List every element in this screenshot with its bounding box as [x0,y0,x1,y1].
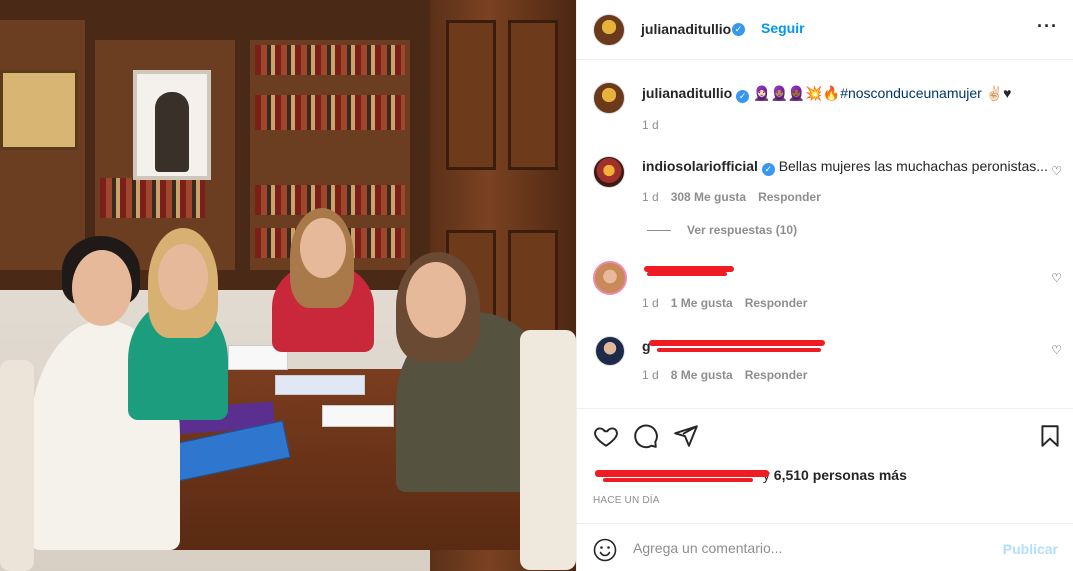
comment-like-icon[interactable]: ♡ [1051,164,1062,178]
comment-avatar[interactable] [593,156,625,188]
comments-list[interactable]: julianaditullio ✓ 🧕🏻🧕🏽🧕🏾💥🔥#nosconduceuna… [577,60,1073,408]
more-options-icon[interactable]: ··· [1037,16,1058,37]
save-bookmark-icon[interactable] [1037,423,1063,449]
emoji-icon[interactable] [593,538,617,562]
heart-icon[interactable] [593,423,619,449]
comment-icon[interactable] [633,423,659,449]
comment-meta: 1 d 1 Me gusta Responder [642,296,807,310]
post-photo[interactable] [0,0,576,571]
comment-username[interactable]: indiosolariofficial [642,158,758,174]
publish-button[interactable]: Publicar [1003,541,1058,557]
caption-username[interactable]: julianaditullio [642,85,732,101]
redaction-mark [595,470,769,477]
comment-time[interactable]: 1 d [642,190,659,204]
author-avatar[interactable] [593,14,625,46]
comment-likes[interactable]: 8 Me gusta [671,368,733,382]
reply-button[interactable]: Responder [745,368,808,382]
comment-like-icon[interactable]: ♡ [1051,271,1062,285]
comment-likes[interactable]: 308 Me gusta [671,190,746,204]
caption: julianaditullio ✓ 🧕🏻🧕🏽🧕🏾💥🔥#nosconduceuna… [642,85,1012,103]
comment-meta: 1 d 8 Me gusta Responder [642,368,807,382]
comment-avatar[interactable] [593,261,627,295]
photo-poster [0,70,78,150]
likes-count[interactable]: 6,510 personas más [774,467,907,483]
comment-body: Bellas mujeres las muchachas peronistas.… [778,158,1048,174]
view-replies-button[interactable]: Ver respuestas (10) [647,223,797,237]
caption-hashtag[interactable]: #nosconduceunamujer [840,85,982,101]
caption-time[interactable]: 1 d [642,118,659,132]
post-header: julianaditullio ✓ Seguir ··· [577,0,1073,60]
comment-input[interactable] [633,536,993,560]
photo-portrait [133,70,211,180]
reply-button[interactable]: Responder [745,296,808,310]
comment-time[interactable]: 1 d [642,368,659,382]
post-time[interactable]: HACE UN DÍA [593,495,660,506]
comment-time[interactable]: 1 d [642,296,659,310]
caption-trailing-emojis: ✌🏻♥ [985,85,1012,101]
verified-icon: ✓ [736,90,750,103]
verified-icon: ✓ [732,23,745,36]
comment-1: indiosolariofficial ✓ Bellas mujeres las… [642,158,1048,176]
reply-button[interactable]: Responder [758,190,821,204]
author-username[interactable]: julianaditullio [641,21,731,37]
caption-avatar[interactable] [593,82,625,114]
post-sidebar: julianaditullio ✓ Seguir ··· julianaditu… [576,0,1073,571]
follow-button[interactable]: Seguir [761,20,805,36]
comment-likes[interactable]: 1 Me gusta [671,296,733,310]
likes-summary[interactable]: y 6,510 personas más [593,467,907,483]
share-icon[interactable] [673,423,699,449]
caption-emojis: 🧕🏻🧕🏽🧕🏾💥🔥 [753,85,841,101]
comment-meta: 1 d 308 Me gusta Responder [642,190,821,204]
post-actions: y 6,510 personas más HACE UN DÍA [577,408,1073,523]
comment-like-icon[interactable]: ♡ [1051,343,1062,357]
add-comment-bar: Publicar [577,523,1073,571]
redaction-mark [649,340,825,346]
verified-icon: ✓ [761,163,775,176]
view-replies-label: Ver respuestas (10) [687,223,798,237]
comment-avatar[interactable] [595,336,625,366]
